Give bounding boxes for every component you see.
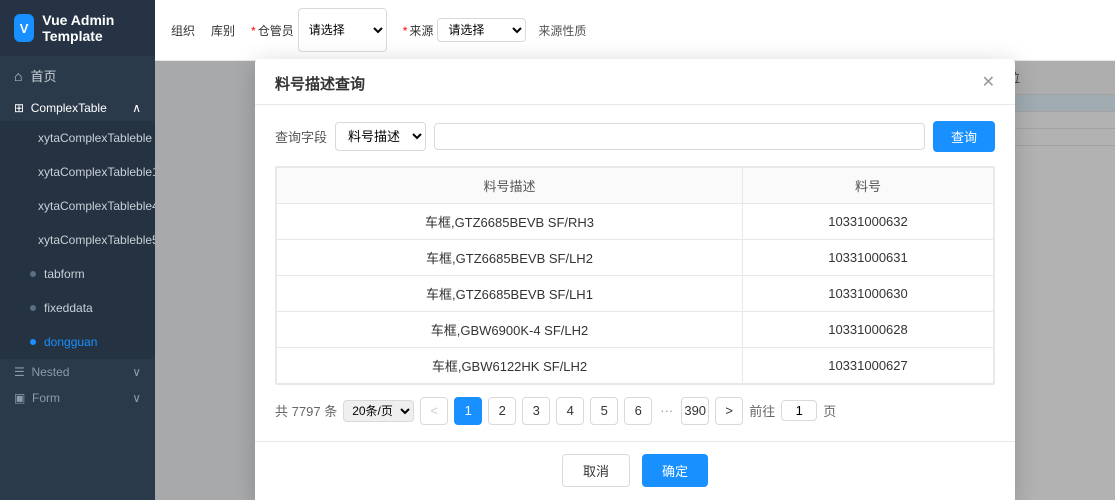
complex-table-icon: ⊞ bbox=[14, 101, 24, 115]
page-btn-2[interactable]: 2 bbox=[488, 397, 516, 425]
source-label: 来源 bbox=[403, 22, 434, 39]
row-desc: 车框,GBW6122HK SF/LH2 bbox=[277, 347, 743, 383]
table-row[interactable]: 车框,GTZ6685BEVB SF/LH110331000630 bbox=[277, 275, 994, 311]
search-input[interactable] bbox=[434, 123, 925, 150]
table-row[interactable]: 车框,GBW6122HK SF/LH210331000627 bbox=[277, 347, 994, 383]
chevron-down-icon2: ∨ bbox=[132, 391, 141, 405]
next-page-button[interactable]: > bbox=[715, 397, 743, 425]
search-field-select[interactable]: 料号描述 bbox=[335, 122, 426, 151]
source-group: 来源 请选择 来源性质 bbox=[403, 18, 587, 42]
search-bar: 查询字段 料号描述 查询 bbox=[275, 121, 995, 152]
source-property-label: 来源性质 bbox=[538, 22, 586, 39]
row-code: 10331000627 bbox=[742, 347, 993, 383]
results-table-wrapper: 料号描述 料号 车框,GTZ6685BEVB SF/RH310331000632… bbox=[275, 166, 995, 385]
modal-body: 查询字段 料号描述 查询 料号描述 bbox=[255, 105, 1015, 441]
total-info: 共 7797 条 bbox=[275, 401, 337, 420]
chevron-down-icon: ∨ bbox=[132, 365, 141, 379]
goto-label: 前往 bbox=[749, 401, 775, 420]
nested-icon: ☰ bbox=[14, 365, 25, 379]
table-scroll-area[interactable]: 料号描述 料号 车框,GTZ6685BEVB SF/RH310331000632… bbox=[276, 167, 994, 384]
page-btn-1[interactable]: 1 bbox=[454, 397, 482, 425]
confirm-button[interactable]: 确定 bbox=[642, 454, 708, 487]
sidebar-section-form[interactable]: ▣ Form ∨ bbox=[0, 385, 155, 411]
page-btn-last[interactable]: 390 bbox=[681, 397, 709, 425]
table-row[interactable]: 车框,GTZ6685BEVB SF/LH210331000631 bbox=[277, 239, 994, 275]
row-code: 10331000628 bbox=[742, 311, 993, 347]
main-bg: 货位 料号描述查询 ✕ 查询字段 料号描述 bbox=[155, 61, 1115, 500]
page-btn-5[interactable]: 5 bbox=[590, 397, 618, 425]
org-group: 组织 bbox=[171, 22, 195, 39]
row-desc: 车框,GBW6900K-4 SF/LH2 bbox=[277, 311, 743, 347]
page-unit-label: 页 bbox=[823, 401, 836, 420]
row-code: 10331000630 bbox=[742, 275, 993, 311]
modal-dialog: 料号描述查询 ✕ 查询字段 料号描述 查询 bbox=[255, 59, 1015, 500]
warehouse-label: 库别 bbox=[211, 22, 235, 39]
sidebar-item-home[interactable]: ⌂ 首页 bbox=[0, 56, 155, 95]
main-area: 组织 库别 仓管员 请选择 来源 请选择 来源性质 货位 bbox=[155, 0, 1115, 500]
modal-overlay: 料号描述查询 ✕ 查询字段 料号描述 查询 bbox=[155, 61, 1115, 500]
page-btn-3[interactable]: 3 bbox=[522, 397, 550, 425]
row-code: 10331000631 bbox=[742, 239, 993, 275]
page-btn-6[interactable]: 6 bbox=[624, 397, 652, 425]
dot-icon bbox=[30, 339, 36, 345]
sidebar-item-dongguan[interactable]: dongguan bbox=[0, 325, 155, 359]
table-row[interactable]: 车框,GBW6900K-4 SF/LH210331000628 bbox=[277, 311, 994, 347]
sidebar-item-xyta0[interactable]: xytaComplexTableble bbox=[0, 121, 155, 155]
sidebar-item-fixeddata[interactable]: fixeddata bbox=[0, 291, 155, 325]
sidebar-section-nested[interactable]: ☰ Nested ∨ bbox=[0, 359, 155, 385]
sidebar: V Vue Admin Template ⌂ 首页 ⊞ ComplexTable… bbox=[0, 0, 155, 500]
pagination: 共 7797 条 20条/页 < 1 2 3 4 5 6 bbox=[275, 397, 995, 425]
sidebar-section-complex-table[interactable]: ⊞ ComplexTable ∧ bbox=[0, 95, 155, 121]
sidebar-item-xyta5[interactable]: xytaComplexTableble5 bbox=[0, 223, 155, 257]
dot-icon bbox=[30, 271, 36, 277]
complex-table-label: ⊞ ComplexTable bbox=[14, 101, 107, 115]
row-desc: 车框,GTZ6685BEVB SF/LH1 bbox=[277, 275, 743, 311]
prev-page-button[interactable]: < bbox=[420, 397, 448, 425]
cancel-button[interactable]: 取消 bbox=[562, 454, 630, 487]
col-header-desc: 料号描述 bbox=[277, 167, 743, 203]
sidebar-item-tabform[interactable]: tabform bbox=[0, 257, 155, 291]
results-table: 料号描述 料号 车框,GTZ6685BEVB SF/RH310331000632… bbox=[276, 167, 994, 384]
warehouse-group: 库别 bbox=[211, 22, 235, 39]
logo-icon: V bbox=[14, 14, 34, 42]
row-desc: 车框,GTZ6685BEVB SF/RH3 bbox=[277, 203, 743, 239]
modal-close-button[interactable]: ✕ bbox=[982, 75, 995, 91]
goto-input[interactable] bbox=[781, 400, 817, 421]
sidebar-home-label: 首页 bbox=[30, 66, 56, 85]
page-size-select[interactable]: 20条/页 bbox=[343, 400, 414, 422]
org-label: 组织 bbox=[171, 22, 195, 39]
dot-icon bbox=[30, 305, 36, 311]
home-icon: ⌂ bbox=[14, 68, 22, 84]
form-icon: ▣ bbox=[14, 391, 25, 405]
page-ellipsis: ··· bbox=[658, 403, 675, 418]
nested-label: ☰ Nested bbox=[14, 365, 69, 379]
manager-group: 仓管员 请选择 bbox=[251, 8, 387, 52]
sidebar-logo: V Vue Admin Template bbox=[0, 0, 155, 56]
modal-footer: 取消 确定 bbox=[255, 441, 1015, 500]
modal-title: 料号描述查询 bbox=[275, 73, 365, 94]
manager-label: 仓管员 bbox=[251, 22, 294, 39]
app-title: Vue Admin Template bbox=[42, 12, 141, 44]
form-label: ▣ Form bbox=[14, 391, 60, 405]
search-query-button[interactable]: 查询 bbox=[933, 121, 995, 152]
table-row[interactable]: 车框,GTZ6685BEVB SF/RH310331000632 bbox=[277, 203, 994, 239]
manager-select[interactable]: 请选择 bbox=[298, 8, 387, 52]
sidebar-sub-complex-table: xytaComplexTableble xytaComplexTableble1… bbox=[0, 121, 155, 359]
main-header: 组织 库别 仓管员 请选择 来源 请选择 来源性质 bbox=[155, 0, 1115, 61]
chevron-icon: ∧ bbox=[132, 101, 141, 115]
sidebar-item-xyta1[interactable]: xytaComplexTableble1 bbox=[0, 155, 155, 189]
source-select[interactable]: 请选择 bbox=[437, 18, 526, 42]
page-btn-4[interactable]: 4 bbox=[556, 397, 584, 425]
search-field-label: 查询字段 bbox=[275, 127, 327, 146]
sidebar-item-xyta4[interactable]: xytaComplexTableble4 bbox=[0, 189, 155, 223]
row-code: 10331000632 bbox=[742, 203, 993, 239]
row-desc: 车框,GTZ6685BEVB SF/LH2 bbox=[277, 239, 743, 275]
col-header-code: 料号 bbox=[742, 167, 993, 203]
modal-header: 料号描述查询 ✕ bbox=[255, 59, 1015, 105]
